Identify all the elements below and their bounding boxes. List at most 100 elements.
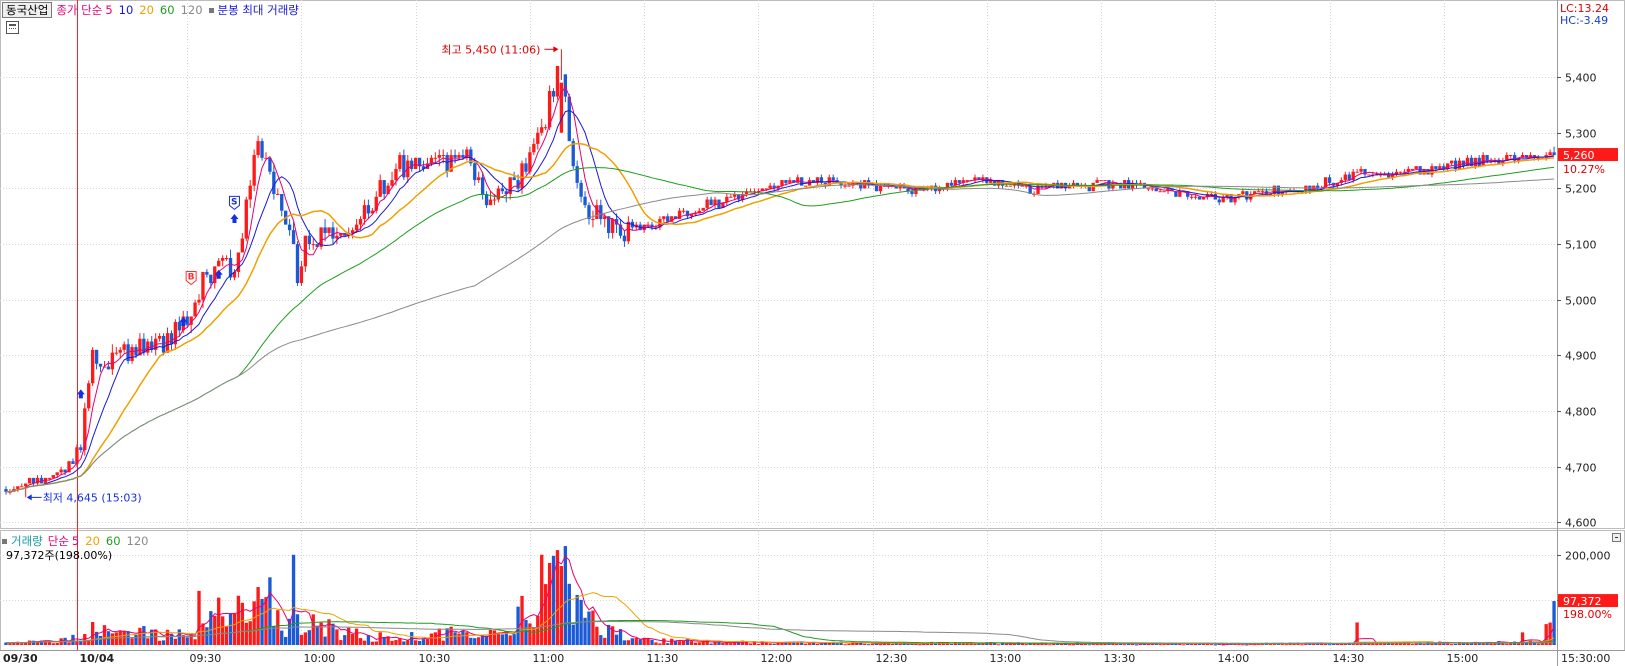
low-price-label: 최저 4,645 (15:03) <box>43 491 142 504</box>
volume-bar <box>126 631 130 645</box>
ma20-line <box>6 142 1555 493</box>
candle-body <box>1004 185 1009 187</box>
candle-body <box>477 177 481 181</box>
candle-body <box>331 227 335 239</box>
volume-bar <box>1012 643 1017 645</box>
volume-bar <box>437 628 441 645</box>
volume-bar <box>870 643 875 645</box>
calculator-icon[interactable] <box>6 21 19 34</box>
volume-bar <box>217 597 221 645</box>
high-price-label: 최고 5,450 (11:06) <box>441 43 540 56</box>
candle-body <box>441 155 445 157</box>
volume-bar <box>677 641 682 645</box>
last-price-text: 5,260 <box>1563 149 1595 162</box>
volume-bar <box>1300 644 1304 646</box>
volume-bar <box>713 641 717 645</box>
candle-body <box>252 155 256 186</box>
volume-bar <box>1134 644 1139 646</box>
candle-body <box>1327 177 1332 183</box>
candle-body <box>1359 168 1363 172</box>
volume-bar <box>1213 644 1217 646</box>
ma120-line <box>6 178 1555 493</box>
volume-bar <box>670 638 674 645</box>
volume-bar <box>591 610 595 645</box>
time-tick-label: 15:30:00 <box>1561 652 1610 665</box>
volume-bar <box>425 639 430 645</box>
volume-bar <box>524 619 528 645</box>
candle-body <box>220 258 225 261</box>
candle-body <box>378 180 382 197</box>
candle-body <box>784 180 788 183</box>
collapse-pane-button[interactable] <box>1612 533 1621 542</box>
volume-bar <box>146 638 150 645</box>
volume-tick-label: 200,000 <box>1565 550 1611 563</box>
candle-body <box>1193 196 1198 198</box>
candle-body <box>445 155 449 172</box>
price-volume-chart[interactable]: 4,600 4,700 4,800 4,900 5,000 5,100 5,200 5,300… <box>0 0 1625 666</box>
time-tick-label: 10:30 <box>419 652 451 665</box>
candle-body <box>709 199 713 206</box>
ticker-button[interactable]: 동국산업 <box>2 2 53 18</box>
volume-bar <box>402 641 406 645</box>
candle-body <box>209 274 213 284</box>
time-tick-label: 10/04 <box>80 652 115 665</box>
time-tick-label: 13:00 <box>990 652 1022 665</box>
candle-body <box>949 182 954 186</box>
volume-pane-frame <box>0 530 1625 651</box>
volume-bar <box>177 629 181 645</box>
time-tick-label: 09:30 <box>190 652 222 665</box>
candle-body <box>492 199 497 201</box>
volume-bar <box>362 640 367 645</box>
volume-bar <box>756 643 761 645</box>
price-tick-label: 4,700 <box>1565 462 1597 475</box>
candle-body <box>47 477 51 479</box>
volume-bar <box>477 637 481 645</box>
time-tick-label: 14:30 <box>1333 652 1365 665</box>
buy-arrow-icon <box>230 214 239 224</box>
vma60-label: 60 <box>105 534 121 548</box>
volume-bar <box>630 638 634 645</box>
candle-body <box>551 91 556 97</box>
time-tick-label: 09/30 <box>3 652 38 665</box>
candle-body <box>51 475 55 478</box>
price-legend-label: 종가 단순 <box>56 3 103 17</box>
candle-body <box>323 227 327 233</box>
candle-body <box>1241 191 1245 194</box>
time-tick-label: 15:00 <box>1447 652 1479 665</box>
volume-bar <box>173 638 178 645</box>
candle-body <box>1217 199 1221 203</box>
candle-body <box>910 191 914 194</box>
vma5-label: 5 <box>71 534 80 548</box>
candle-body <box>358 219 363 225</box>
volume-bar <box>20 643 24 645</box>
candle-body <box>1150 188 1154 190</box>
candle-body <box>122 344 126 350</box>
candle-body <box>1449 160 1454 164</box>
volume-bar <box>898 643 902 645</box>
volume-bar <box>1422 643 1426 645</box>
volume-bar <box>650 639 654 645</box>
volume-bar <box>1209 644 1214 646</box>
ma5-line <box>6 85 1555 493</box>
candle-body <box>1485 155 1489 161</box>
candle-body <box>536 132 540 144</box>
price-tick-label: 4,900 <box>1565 350 1597 363</box>
volume-bar <box>654 642 658 645</box>
candle-body <box>1256 191 1261 193</box>
volume-bar <box>729 643 733 645</box>
volume-bar <box>1509 643 1513 645</box>
volume-bar <box>748 643 753 645</box>
candle-body <box>335 235 339 239</box>
volume-bar <box>343 635 347 645</box>
volume-bar <box>1024 644 1028 646</box>
volume-bar <box>618 629 623 645</box>
volume-bar <box>465 632 469 645</box>
volume-bar <box>473 638 477 645</box>
volume-bar <box>1115 643 1119 645</box>
candle-body <box>1008 185 1013 187</box>
high-price-arrowhead <box>553 46 559 53</box>
candle-body <box>512 177 516 181</box>
volume-bar <box>634 637 638 645</box>
candle-body <box>1367 174 1371 176</box>
ma120-label: 120 <box>180 3 203 17</box>
